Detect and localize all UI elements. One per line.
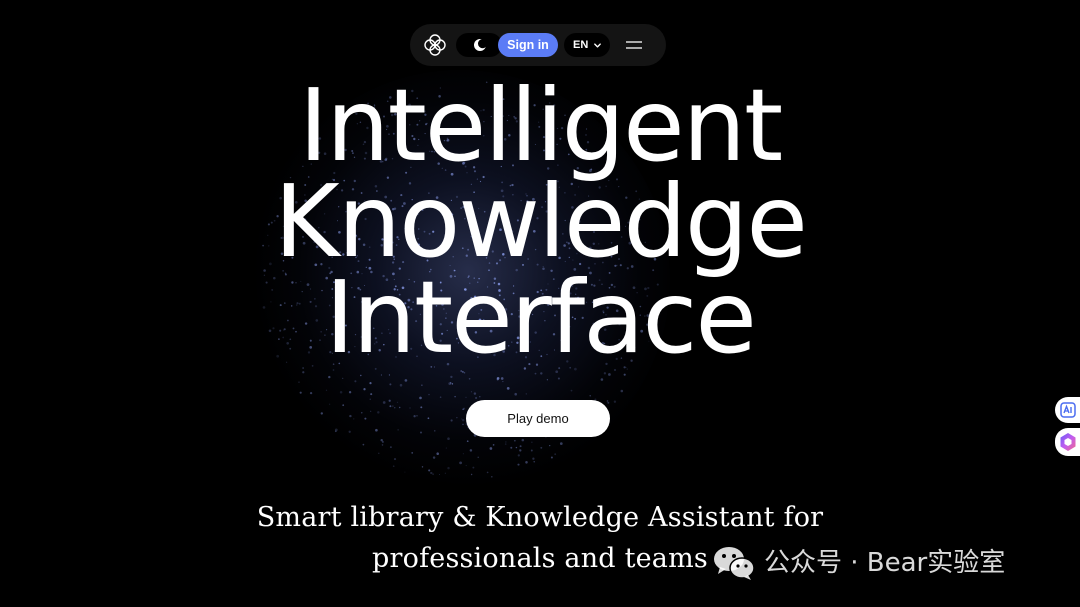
headline-line-1: Intelligent — [298, 67, 784, 184]
theme-toggle-button[interactable] — [456, 33, 502, 57]
four-petal-logo-icon[interactable] — [423, 33, 447, 57]
hero-headline: Intelligent Knowledge Interface — [0, 67, 1080, 376]
side-translate-button[interactable] — [1055, 397, 1080, 423]
top-navigation-bar: Sign in EN — [410, 24, 666, 66]
translate-ai-icon — [1060, 402, 1076, 418]
chevron-down-icon — [594, 43, 601, 48]
wechat-icon — [714, 547, 755, 580]
moon-icon — [474, 39, 487, 51]
hexagon-app-icon — [1060, 433, 1076, 451]
watermark-text: 公众号 · Bear实验室 — [764, 548, 1006, 578]
language-selector[interactable]: EN — [564, 33, 610, 57]
wechat-watermark: 公众号 · Bear实验室 — [712, 543, 1052, 583]
hamburger-menu-icon[interactable] — [624, 36, 644, 54]
subtitle-line-1: Smart library & Knowledge Assistant for — [256, 502, 824, 533]
side-app-button[interactable] — [1055, 428, 1080, 456]
headline-line-2: Knowledge — [274, 163, 808, 280]
play-demo-button[interactable]: Play demo — [466, 400, 610, 437]
headline-line-3: Interface — [325, 259, 757, 376]
language-label: EN — [573, 39, 589, 51]
sign-in-button[interactable]: Sign in — [498, 33, 558, 57]
